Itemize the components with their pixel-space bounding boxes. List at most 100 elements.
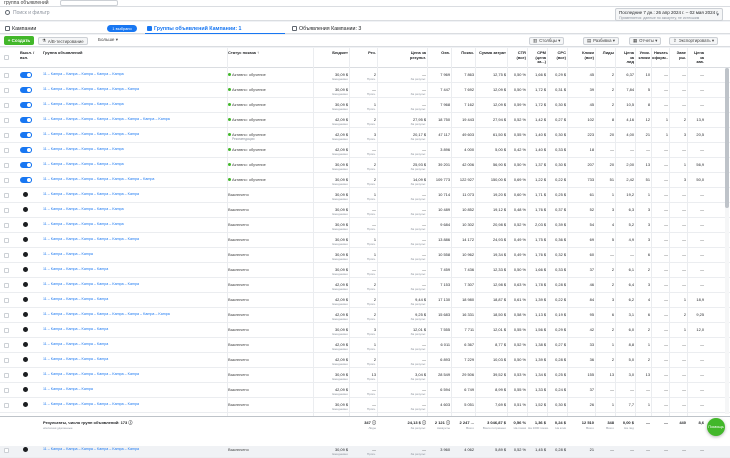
adset-toggle[interactable]	[20, 312, 32, 318]
selected-chip[interactable]: 1 выбрано	[107, 25, 137, 32]
date-range-picker[interactable]: Последние 7 дн.: 26 апр 2024 г. – 02 мая…	[615, 8, 723, 21]
table-row[interactable]: 11 – Kampa – Kampa – Kampa – Kampa – Kam…	[0, 218, 730, 233]
row-checkbox[interactable]	[4, 373, 9, 378]
more-button[interactable]: Больше ▾	[98, 37, 118, 43]
row-checkbox[interactable]	[4, 223, 9, 228]
table-row[interactable]: 11 – Kampa – Kampa – Kampa Выключено 30,09…	[0, 248, 730, 263]
table-row[interactable]: 11 – Kampa – Kampa – Kampa – Kampa – Kam…	[0, 128, 730, 143]
column-header[interactable]: Цена за лид	[616, 51, 634, 65]
adset-name-link[interactable]: 11 – Kampa – Kampa – Kampa – Kampa	[43, 342, 223, 347]
table-row[interactable]: 11 – Kampa – Kampa – Kampa – Kampa – Kam…	[0, 188, 730, 203]
row-checkbox[interactable]	[4, 313, 9, 318]
row-checkbox[interactable]	[4, 283, 9, 288]
adset-toggle[interactable]	[20, 162, 32, 168]
table-row[interactable]: 11 – Kampa – Kampa – Kampa – Kampa Выключ…	[0, 353, 730, 368]
adset-toggle[interactable]	[20, 357, 32, 363]
row-checkbox[interactable]	[4, 148, 9, 153]
table-row[interactable]: 11 – Kampa – Kampa – Kampa Выключено 42,09…	[0, 383, 730, 398]
row-checkbox[interactable]	[4, 178, 9, 183]
table-row[interactable]: 11 – Kampa – Kampa – Kampa – Kampa – Kam…	[0, 173, 730, 188]
table-row[interactable]: 11 – Kampa – Kampa – Kampa – Kampa – Kam…	[0, 113, 730, 128]
adset-name-link[interactable]: 11 – Kampa – Kampa – Kampa – Kampa – Kam…	[43, 207, 223, 212]
reports-button[interactable]: ▦ Отчеты ▾	[629, 37, 662, 45]
column-header[interactable]: Показ.	[452, 51, 474, 56]
adset-toggle[interactable]	[20, 192, 32, 198]
adset-name-link[interactable]: 11 – Kampa – Kampa – Kampa – Kampa	[43, 327, 223, 332]
adset-toggle[interactable]	[20, 237, 32, 243]
table-row[interactable]: 11 – Kampa – Kampa – Kampa – Kampa Выключ…	[0, 293, 730, 308]
adset-toggle[interactable]	[20, 147, 32, 153]
adset-toggle[interactable]	[20, 207, 32, 213]
row-checkbox[interactable]	[4, 163, 9, 168]
column-header[interactable]: Клики (все)	[568, 51, 594, 60]
row-checkbox[interactable]	[4, 403, 9, 408]
row-checkbox[interactable]	[4, 88, 9, 93]
column-header[interactable]: Бюджет	[314, 51, 348, 56]
table-row[interactable]: 11 – Kampa – Kampa – Kampa – Kampa – Kam…	[0, 203, 730, 218]
adset-toggle[interactable]	[20, 267, 32, 273]
adset-toggle[interactable]	[20, 387, 32, 393]
table-row[interactable]: 11 – Kampa – Kampa – Kampa – Kampa – Kam…	[0, 83, 730, 98]
row-checkbox[interactable]	[4, 133, 9, 138]
column-header[interactable]: Выкл. / вкл.	[20, 51, 38, 60]
adset-name-link[interactable]: 11 – Kampa – Kampa – Kampa – Kampa – Kam…	[43, 447, 223, 452]
select-all-checkbox[interactable]	[4, 55, 9, 60]
breakdown-button[interactable]: ▤ Разбивка ▾	[583, 37, 619, 45]
adset-toggle[interactable]	[20, 447, 32, 453]
table-row[interactable]: 11 – Kampa – Kampa – Kampa – Kampa – Kam…	[0, 143, 730, 158]
adset-toggle[interactable]	[20, 372, 32, 378]
adset-toggle[interactable]	[20, 132, 32, 138]
adset-toggle[interactable]	[20, 222, 32, 228]
row-checkbox[interactable]	[4, 388, 9, 393]
adset-name-link[interactable]: 11 – Kampa – Kampa – Kampa – Kampa	[43, 267, 223, 272]
row-checkbox[interactable]	[4, 298, 9, 303]
table-row[interactable]: 11 – Kampa – Kampa – Kampa – Kampa – Kam…	[0, 308, 730, 323]
adset-toggle[interactable]	[20, 297, 32, 303]
table-row[interactable]: 11 – Kampa – Kampa – Kampa – Kampa – Kam…	[0, 158, 730, 173]
columns-button[interactable]: ▥ Столбцы ▾	[529, 37, 565, 45]
table-row[interactable]: 11 – Kampa – Kampa – Kampa – Kampa – Kam…	[0, 233, 730, 248]
column-header[interactable]: Уник. клики	[636, 51, 650, 60]
adset-name-link[interactable]: 11 – Kampa – Kampa – Kampa – Kampa – Kam…	[43, 132, 223, 137]
export-button[interactable]: ⇪ Экспортировать ▾	[669, 37, 719, 45]
table-row[interactable]: 11 – Kampa – Kampa – Kampa – Kampa Выключ…	[0, 338, 730, 353]
tab-campaigns[interactable]: Кампании	[5, 24, 36, 33]
column-header[interactable]: Заве рш.	[670, 51, 686, 60]
adset-name-link[interactable]: 11 – Kampa – Kampa – Kampa – Kampa – Kam…	[43, 117, 223, 122]
table-row[interactable]: 11 – Kampa – Kampa – Kampa – Kampa – Kam…	[0, 398, 730, 413]
row-checkbox[interactable]	[4, 73, 9, 78]
table-row[interactable]: 11 – Kampa – Kampa – Kampa – Kampa – Kam…	[0, 98, 730, 113]
create-button[interactable]: + Создать	[4, 36, 34, 45]
row-checkbox[interactable]	[4, 118, 9, 123]
row-checkbox[interactable]	[4, 193, 9, 198]
adset-toggle[interactable]	[20, 402, 32, 408]
adset-toggle[interactable]	[20, 177, 32, 183]
tab-ads[interactable]: Объявления Кампании: 3	[292, 24, 361, 33]
adset-name-link[interactable]: 11 – Kampa – Kampa – Kampa – Kampa – Kam…	[43, 282, 223, 287]
column-header[interactable]: Рез.	[350, 51, 376, 56]
column-header[interactable]: Группа объявлений	[43, 51, 223, 56]
column-header[interactable]: CPC (все)	[548, 51, 566, 60]
adset-toggle[interactable]	[20, 342, 32, 348]
row-checkbox[interactable]	[4, 343, 9, 348]
adset-name-link[interactable]: 11 – Kampa – Kampa – Kampa – Kampa – Kam…	[43, 87, 223, 92]
table-row[interactable]: 11 – Kampa – Kampa – Kampa – Kampa Выключ…	[0, 323, 730, 338]
column-header[interactable]: CPM (цена за...)	[528, 51, 546, 65]
column-header[interactable]: Цена за зав.	[688, 51, 704, 65]
adset-toggle[interactable]	[20, 252, 32, 258]
search-input[interactable]: Поиск и фильтр	[13, 10, 50, 16]
table-row[interactable]: 11 – Kampa – Kampa – Kampa – Kampa – Kam…	[0, 368, 730, 383]
adset-toggle[interactable]	[20, 102, 32, 108]
adset-name-link[interactable]: 11 – Kampa – Kampa – Kampa – Kampa – Kam…	[43, 177, 223, 182]
tab-adsets[interactable]: Группы объявлений Кампании: 1	[147, 24, 242, 33]
status-note[interactable]: Рекомендации	[232, 137, 254, 141]
adset-name-link[interactable]: 11 – Kampa – Kampa – Kampa – Kampa – Kam…	[43, 237, 223, 242]
row-checkbox[interactable]	[4, 328, 9, 333]
adset-name-link[interactable]: 11 – Kampa – Kampa – Kampa – Kampa – Kam…	[43, 162, 223, 167]
adset-name-link[interactable]: 11 – Kampa – Kampa – Kampa – Kampa – Kam…	[43, 72, 223, 77]
adset-name-link[interactable]: 11 – Kampa – Kampa – Kampa	[43, 387, 223, 392]
adset-toggle[interactable]	[20, 72, 32, 78]
adset-name-link[interactable]: 11 – Kampa – Kampa – Kampa – Kampa – Kam…	[43, 102, 223, 107]
scrollbar-thumb[interactable]	[725, 68, 729, 208]
adset-toggle[interactable]	[20, 327, 32, 333]
